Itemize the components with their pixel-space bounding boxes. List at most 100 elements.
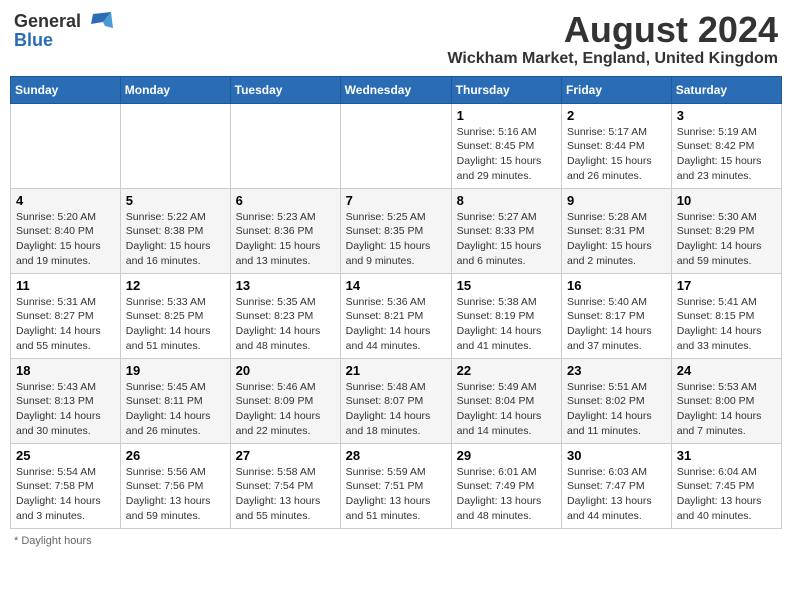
week-row-3: 11 Sunrise: 5:31 AMSunset: 8:27 PMDayligh… xyxy=(11,273,782,358)
col-header-tuesday: Tuesday xyxy=(230,76,340,103)
day-number: 26 xyxy=(126,448,225,463)
day-number: 28 xyxy=(346,448,446,463)
day-number: 16 xyxy=(567,278,666,293)
header: General Blue August 2024 Wickham Market,… xyxy=(10,10,782,68)
logo-general-text: General xyxy=(14,11,81,32)
day-number: 8 xyxy=(457,193,556,208)
day-number: 23 xyxy=(567,363,666,378)
day-info: Sunrise: 5:35 AMSunset: 8:23 PMDaylight:… xyxy=(236,295,335,354)
calendar-cell: 6 Sunrise: 5:23 AMSunset: 8:36 PMDaylight… xyxy=(230,188,340,273)
day-info: Sunrise: 5:22 AMSunset: 8:38 PMDaylight:… xyxy=(126,210,225,269)
day-info: Sunrise: 5:16 AMSunset: 8:45 PMDaylight:… xyxy=(457,125,556,184)
week-row-4: 18 Sunrise: 5:43 AMSunset: 8:13 PMDayligh… xyxy=(11,358,782,443)
calendar-header-row: SundayMondayTuesdayWednesdayThursdayFrid… xyxy=(11,76,782,103)
calendar-cell: 17Sunrise: 5:41 AMSunset: 8:15 PMDayligh… xyxy=(671,273,781,358)
day-info: Sunrise: 6:03 AMSunset: 7:47 PMDaylight:… xyxy=(567,465,666,524)
day-info: Sunrise: 5:36 AMSunset: 8:21 PMDaylight:… xyxy=(346,295,446,354)
day-info: Sunrise: 5:28 AMSunset: 8:31 PMDaylight:… xyxy=(567,210,666,269)
day-number: 1 xyxy=(457,108,556,123)
col-header-saturday: Saturday xyxy=(671,76,781,103)
calendar-cell: 18 Sunrise: 5:43 AMSunset: 8:13 PMDayligh… xyxy=(11,358,121,443)
col-header-thursday: Thursday xyxy=(451,76,561,103)
day-number: 6 xyxy=(236,193,335,208)
week-row-2: 4 Sunrise: 5:20 AMSunset: 8:40 PMDaylight… xyxy=(11,188,782,273)
calendar-cell: 7Sunrise: 5:25 AMSunset: 8:35 PMDaylight… xyxy=(340,188,451,273)
day-info: Sunrise: 5:56 AMSunset: 7:56 PMDaylight:… xyxy=(126,465,225,524)
day-info: Sunrise: 5:46 AMSunset: 8:09 PMDaylight:… xyxy=(236,380,335,439)
month-title: August 2024 xyxy=(447,10,778,50)
day-info: Sunrise: 5:23 AMSunset: 8:36 PMDaylight:… xyxy=(236,210,335,269)
calendar-table: SundayMondayTuesdayWednesdayThursdayFrid… xyxy=(10,76,782,529)
day-number: 9 xyxy=(567,193,666,208)
day-number: 25 xyxy=(16,448,115,463)
day-info: Sunrise: 5:53 AMSunset: 8:00 PMDaylight:… xyxy=(677,380,776,439)
calendar-cell: 1 Sunrise: 5:16 AMSunset: 8:45 PMDaylight… xyxy=(451,103,561,188)
footer-note: * Daylight hours xyxy=(10,535,782,547)
day-number: 29 xyxy=(457,448,556,463)
day-number: 22 xyxy=(457,363,556,378)
day-info: Sunrise: 6:04 AMSunset: 7:45 PMDaylight:… xyxy=(677,465,776,524)
day-number: 19 xyxy=(126,363,225,378)
calendar-cell: 26 Sunrise: 5:56 AMSunset: 7:56 PMDayligh… xyxy=(120,443,230,528)
calendar-cell: 3 Sunrise: 5:19 AMSunset: 8:42 PMDaylight… xyxy=(671,103,781,188)
calendar-cell: 24 Sunrise: 5:53 AMSunset: 8:00 PMDayligh… xyxy=(671,358,781,443)
calendar-cell: 9 Sunrise: 5:28 AMSunset: 8:31 PMDaylight… xyxy=(562,188,672,273)
day-number: 10 xyxy=(677,193,776,208)
logo-blue-text: Blue xyxy=(14,30,53,51)
logo-bird-icon xyxy=(83,10,113,32)
logo: General Blue xyxy=(14,10,113,51)
calendar-cell: 22Sunrise: 5:49 AMSunset: 8:04 PMDayligh… xyxy=(451,358,561,443)
col-header-sunday: Sunday xyxy=(11,76,121,103)
day-number: 14 xyxy=(346,278,446,293)
calendar-cell: 28 Sunrise: 5:59 AMSunset: 7:51 PMDayligh… xyxy=(340,443,451,528)
day-info: Sunrise: 5:54 AMSunset: 7:58 PMDaylight:… xyxy=(16,465,115,524)
day-info: Sunrise: 5:51 AMSunset: 8:02 PMDaylight:… xyxy=(567,380,666,439)
day-number: 12 xyxy=(126,278,225,293)
day-number: 31 xyxy=(677,448,776,463)
week-row-5: 25 Sunrise: 5:54 AMSunset: 7:58 PMDayligh… xyxy=(11,443,782,528)
day-number: 18 xyxy=(16,363,115,378)
calendar-cell: 14 Sunrise: 5:36 AMSunset: 8:21 PMDayligh… xyxy=(340,273,451,358)
day-info: Sunrise: 5:30 AMSunset: 8:29 PMDaylight:… xyxy=(677,210,776,269)
day-number: 2 xyxy=(567,108,666,123)
day-number: 5 xyxy=(126,193,225,208)
calendar-cell: 13 Sunrise: 5:35 AMSunset: 8:23 PMDayligh… xyxy=(230,273,340,358)
calendar-cell: 21 Sunrise: 5:48 AMSunset: 8:07 PMDayligh… xyxy=(340,358,451,443)
calendar-cell: 16Sunrise: 5:40 AMSunset: 8:17 PMDayligh… xyxy=(562,273,672,358)
day-number: 13 xyxy=(236,278,335,293)
calendar-cell: 31 Sunrise: 6:04 AMSunset: 7:45 PMDayligh… xyxy=(671,443,781,528)
calendar-cell: 25 Sunrise: 5:54 AMSunset: 7:58 PMDayligh… xyxy=(11,443,121,528)
day-number: 11 xyxy=(16,278,115,293)
day-number: 27 xyxy=(236,448,335,463)
calendar-cell: 11 Sunrise: 5:31 AMSunset: 8:27 PMDayligh… xyxy=(11,273,121,358)
day-number: 15 xyxy=(457,278,556,293)
calendar-cell: 23 Sunrise: 5:51 AMSunset: 8:02 PMDayligh… xyxy=(562,358,672,443)
calendar-cell: 30Sunrise: 6:03 AMSunset: 7:47 PMDayligh… xyxy=(562,443,672,528)
col-header-monday: Monday xyxy=(120,76,230,103)
day-number: 21 xyxy=(346,363,446,378)
week-row-1: 1 Sunrise: 5:16 AMSunset: 8:45 PMDaylight… xyxy=(11,103,782,188)
day-info: Sunrise: 5:31 AMSunset: 8:27 PMDaylight:… xyxy=(16,295,115,354)
calendar-cell: 29 Sunrise: 6:01 AMSunset: 7:49 PMDayligh… xyxy=(451,443,561,528)
calendar-cell xyxy=(340,103,451,188)
calendar-cell: 10 Sunrise: 5:30 AMSunset: 8:29 PMDayligh… xyxy=(671,188,781,273)
day-info: Sunrise: 5:17 AMSunset: 8:44 PMDaylight:… xyxy=(567,125,666,184)
day-number: 24 xyxy=(677,363,776,378)
day-number: 4 xyxy=(16,193,115,208)
day-number: 17 xyxy=(677,278,776,293)
day-info: Sunrise: 5:19 AMSunset: 8:42 PMDaylight:… xyxy=(677,125,776,184)
col-header-wednesday: Wednesday xyxy=(340,76,451,103)
day-number: 3 xyxy=(677,108,776,123)
day-info: Sunrise: 5:20 AMSunset: 8:40 PMDaylight:… xyxy=(16,210,115,269)
calendar-cell: 4 Sunrise: 5:20 AMSunset: 8:40 PMDaylight… xyxy=(11,188,121,273)
day-info: Sunrise: 5:27 AMSunset: 8:33 PMDaylight:… xyxy=(457,210,556,269)
calendar-cell: 27Sunrise: 5:58 AMSunset: 7:54 PMDayligh… xyxy=(230,443,340,528)
calendar-cell xyxy=(120,103,230,188)
day-info: Sunrise: 5:33 AMSunset: 8:25 PMDaylight:… xyxy=(126,295,225,354)
day-info: Sunrise: 5:59 AMSunset: 7:51 PMDaylight:… xyxy=(346,465,446,524)
day-info: Sunrise: 5:48 AMSunset: 8:07 PMDaylight:… xyxy=(346,380,446,439)
day-info: Sunrise: 5:38 AMSunset: 8:19 PMDaylight:… xyxy=(457,295,556,354)
day-info: Sunrise: 6:01 AMSunset: 7:49 PMDaylight:… xyxy=(457,465,556,524)
day-info: Sunrise: 5:43 AMSunset: 8:13 PMDaylight:… xyxy=(16,380,115,439)
calendar-cell xyxy=(11,103,121,188)
